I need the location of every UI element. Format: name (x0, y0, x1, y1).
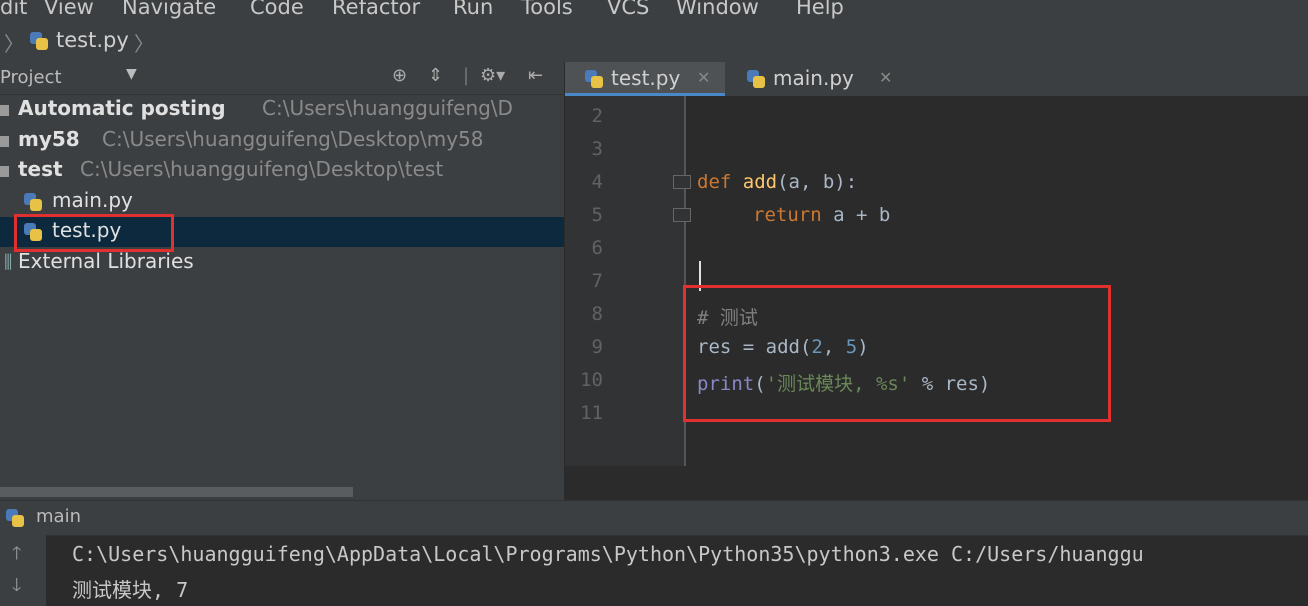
tab-test-py[interactable]: test.py ✕ (565, 62, 725, 96)
breadcrumb: 〉 test.py 〉 (0, 22, 1308, 63)
menu-refactor[interactable]: Refactor (332, 0, 420, 19)
breadcrumb-file[interactable]: test.py (56, 28, 129, 52)
tree-item-automatic-posting[interactable]: Automatic posting C:\Users\huangguifeng\… (0, 95, 564, 125)
library-icon: ⫼ (4, 252, 13, 273)
menu-code[interactable]: Code (250, 0, 304, 19)
line-number: 7 (591, 270, 603, 292)
project-panel-title[interactable]: Project (0, 67, 62, 88)
horizontal-scrollbar[interactable] (0, 487, 353, 497)
line-number: 4 (591, 171, 603, 193)
folder-icon (0, 105, 9, 116)
project-panel: Project ▼ ⊕ ⇕ | ⚙▾ ⇤ Automatic posting C… (0, 62, 565, 500)
arrow-up-icon[interactable]: 🡑 (12, 541, 21, 571)
highlight-box-code (683, 285, 1111, 422)
tree-item-path: C:\Users\huangguifeng\Desktop\my58 (102, 127, 484, 151)
menu-window[interactable]: Window (676, 0, 759, 19)
code-text: (a, b): (777, 171, 858, 193)
chevron-right-icon: 〉 (134, 32, 154, 56)
tree-item-main-py[interactable]: main.py (0, 187, 564, 217)
python-file-icon (22, 191, 44, 213)
tab-label: main.py (773, 66, 854, 90)
tree-item-label: External Libraries (18, 249, 194, 273)
menu-run[interactable]: Run (453, 0, 493, 19)
menu-vcs[interactable]: VCS (607, 0, 649, 19)
tree-item-path: C:\Users\huangguifeng\Desktop\test (80, 157, 444, 181)
run-toolbar: 🡑 🡓 (0, 535, 46, 606)
tree-item-my58[interactable]: my58 C:\Users\huangguifeng\Desktop\my58 (0, 126, 564, 156)
python-file-icon (745, 68, 767, 90)
dropdown-arrow-icon[interactable]: ▼ (126, 66, 137, 82)
run-config-name[interactable]: main (36, 506, 81, 527)
python-file-icon (28, 30, 50, 52)
line-number: 9 (591, 336, 603, 358)
menu-bar: dit View Navigate Code Refactor Run Tool… (0, 0, 1308, 22)
gear-icon[interactable]: ⚙▾ (480, 65, 505, 86)
editor-tabs: test.py ✕ main.py ✕ (565, 62, 1308, 97)
code-function-name: add (742, 171, 778, 193)
tree-item-label: test (18, 157, 63, 181)
tree-item-label: my58 (18, 127, 80, 151)
line-number: 2 (591, 105, 603, 127)
line-number: 6 (591, 237, 603, 259)
tree-item-test[interactable]: test C:\Users\huangguifeng\Desktop\test (0, 156, 564, 186)
tree-item-path: C:\Users\huangguifeng\D (262, 96, 513, 120)
code-keyword: return (753, 204, 822, 226)
chevron-right-icon: 〉 (4, 32, 24, 56)
folder-icon (0, 136, 9, 147)
project-panel-header: Project ▼ ⊕ ⇕ | ⚙▾ ⇤ (0, 62, 564, 95)
line-number: 8 (591, 303, 603, 325)
code-line-5: return a + b (753, 204, 890, 226)
close-icon[interactable]: ✕ (879, 68, 892, 87)
code-editor[interactable]: 2 3 4 5 6 7 8 9 10 11 def add(a, b): ret… (565, 96, 1308, 500)
menu-tools[interactable]: Tools (521, 0, 573, 19)
line-number: 3 (591, 138, 603, 160)
console-output-line: C:\Users\huangguifeng\AppData\Local\Prog… (72, 542, 1144, 566)
tree-item-label: Automatic posting (18, 96, 226, 120)
code-line-4: def add(a, b): (697, 171, 857, 193)
python-file-icon (583, 68, 605, 90)
line-number: 11 (580, 402, 603, 424)
line-number: 5 (591, 204, 603, 226)
divider: | (463, 65, 470, 86)
menu-help[interactable]: Help (796, 0, 844, 19)
tab-main-py[interactable]: main.py ✕ (727, 62, 907, 96)
hide-panel-icon[interactable]: ⇤ (528, 65, 543, 86)
menu-edit[interactable]: dit (0, 0, 27, 19)
menu-view[interactable]: View (44, 0, 94, 19)
tab-label: test.py (611, 66, 681, 90)
close-icon[interactable]: ✕ (697, 68, 710, 87)
fold-marker-icon[interactable] (673, 175, 691, 189)
code-text: a + b (821, 204, 891, 226)
tree-item-external-libraries[interactable]: ⫼ External Libraries (0, 248, 564, 278)
run-panel-header: main (0, 500, 1308, 536)
tree-item-label: main.py (52, 188, 133, 212)
menu-navigate[interactable]: Navigate (122, 0, 216, 19)
console-output-line: 测试模块, 7 (72, 578, 189, 602)
arrow-down-icon[interactable]: 🡓 (12, 573, 21, 603)
line-number: 10 (580, 369, 603, 391)
collapse-icon[interactable]: ⇕ (428, 65, 443, 86)
folder-icon (0, 166, 9, 177)
code-keyword: def (697, 171, 732, 193)
fold-marker-icon[interactable] (673, 208, 691, 222)
locate-icon[interactable]: ⊕ (392, 65, 407, 86)
python-run-icon (4, 507, 26, 529)
highlight-box-file (14, 214, 174, 252)
run-panel: main 🡑 🡓 C:\Users\huangguifeng\AppData\L… (0, 500, 1308, 606)
